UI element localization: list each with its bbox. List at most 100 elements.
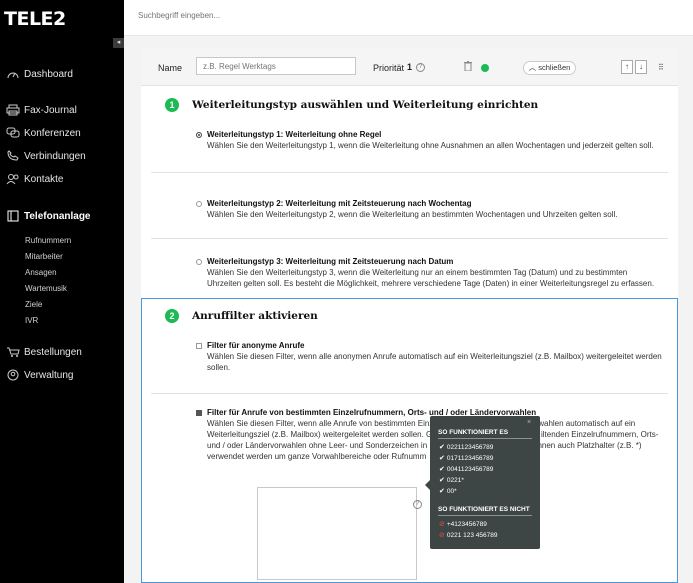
checkmark-icon: ✔ bbox=[439, 466, 445, 473]
sidebar-item-verwaltung[interactable]: Verwaltung bbox=[6, 369, 73, 381]
checkmark-icon: ✔ bbox=[439, 488, 445, 495]
collapse-rule-button[interactable]: ︿ schließen bbox=[523, 61, 576, 75]
prohibited-icon: ⊘ bbox=[439, 521, 445, 528]
sidebar-collapse-button[interactable]: ◂ bbox=[113, 38, 124, 48]
type2-title: Weiterleitungstyp 2: Weiterleitung mit Z… bbox=[207, 199, 472, 208]
contacts-icon bbox=[6, 174, 19, 185]
number-filter-line1-start: Wählen Sie diesen Filter, wenn alle Anru… bbox=[207, 419, 434, 428]
sidebar-item-label: Konferenzen bbox=[24, 127, 81, 139]
section-2-number: 2 bbox=[165, 309, 179, 323]
tooltip-works-item: ✔ 0041123456789 bbox=[439, 465, 494, 474]
section-2-title: Anruffilter aktivieren bbox=[192, 310, 318, 322]
anonymous-filter-description-line1: Wählen Sie diesen Filter, wenn alle anon… bbox=[207, 352, 662, 361]
sidebar-item-label: Telefonanlage bbox=[24, 210, 91, 222]
number-filter-line3-start: und / oder Ländervorwahlen ohne Leer- un… bbox=[207, 441, 428, 450]
tooltip-works-value: 00* bbox=[446, 487, 457, 495]
tooltip-divider bbox=[438, 438, 532, 439]
checkmark-icon: ✔ bbox=[439, 444, 445, 451]
type3-description-line1: Wählen Sie den Weiterleitungstyp 3, wenn… bbox=[207, 268, 628, 277]
anonymous-filter-description-line2: sollen. bbox=[207, 363, 231, 372]
divider bbox=[151, 238, 668, 239]
priority-help-icon[interactable]: ? bbox=[416, 63, 425, 72]
type3-description-line2: Uhrzeiten gelten soll. Es besteht die Mö… bbox=[207, 279, 655, 288]
arrow-up-icon: ↑ bbox=[625, 62, 629, 71]
sidebar-item-label: Verbindungen bbox=[24, 150, 86, 162]
number-filter-checkbox[interactable] bbox=[196, 410, 202, 416]
sidebar: TELE2 ◂ Dashboard Fax-Journal Konferenze… bbox=[0, 0, 124, 583]
sidebar-subitem-mitarbeiter[interactable]: Mitarbeiter bbox=[25, 252, 63, 261]
move-up-button[interactable]: ↑ bbox=[621, 60, 633, 74]
tooltip-works-item: ✔ 0171123456789 bbox=[439, 454, 494, 463]
tooltip-works-value: 0221123456789 bbox=[446, 443, 494, 451]
type3-radio[interactable] bbox=[196, 259, 202, 265]
sidebar-subitem-ziele[interactable]: Ziele bbox=[25, 300, 42, 309]
anonymous-filter-title: Filter für anonyme Anrufe bbox=[207, 341, 305, 350]
move-down-button[interactable]: ↓ bbox=[635, 60, 647, 74]
type2-description: Wählen Sie den Weiterleitungstyp 2, wenn… bbox=[207, 210, 618, 219]
sidebar-item-telefonanlage[interactable]: Telefonanlage bbox=[6, 210, 91, 222]
section-1-number: 1 bbox=[165, 98, 179, 112]
anonymous-filter-option: Filter für anonyme Anrufe Wählen Sie die… bbox=[207, 340, 672, 373]
sidebar-item-verbindungen[interactable]: Verbindungen bbox=[6, 150, 86, 162]
printer-icon bbox=[6, 104, 20, 116]
tooltip-fails-item: ⊘ 0221 123 456789 bbox=[439, 531, 498, 540]
type1-title: Weiterleitungstyp 1: Weiterleitung ohne … bbox=[207, 130, 382, 139]
type2-radio[interactable] bbox=[196, 201, 202, 207]
main-content: Name Priorität 1 ? ︿ schließen ↑ ↓ ⠿ 1 W… bbox=[124, 36, 693, 583]
tooltip-fails-item: ⊘ +4123456789 bbox=[439, 520, 487, 529]
tooltip-works-item: ✔ 0221123456789 bbox=[439, 443, 494, 452]
sidebar-subitem-ansagen[interactable]: Ansagen bbox=[25, 268, 57, 277]
type1-radio[interactable] bbox=[196, 132, 202, 138]
tooltip-works-value: 0041123456789 bbox=[446, 465, 494, 473]
type2-option: Weiterleitungstyp 2: Weiterleitung mit Z… bbox=[207, 198, 672, 220]
number-filter-line3-end: können auch Platzhalter (z.B. *) bbox=[529, 441, 642, 450]
sidebar-item-label: Fax-Journal bbox=[24, 104, 77, 116]
checkmark-icon: ✔ bbox=[439, 455, 445, 462]
trash-icon[interactable] bbox=[464, 61, 472, 71]
gauge-icon bbox=[7, 72, 19, 79]
top-bar bbox=[124, 0, 693, 36]
tooltip-fails-value: 0221 123 456789 bbox=[446, 531, 498, 539]
numbers-help-tooltip: × SO FUNKTIONIERT ES ✔ 0221123456789 ✔ 017… bbox=[425, 416, 540, 549]
tooltip-works-item: ✔ 0221* bbox=[439, 476, 464, 485]
search-input[interactable] bbox=[138, 11, 438, 20]
numbers-help-icon[interactable]: ? bbox=[413, 500, 422, 509]
sidebar-item-label: Verwaltung bbox=[24, 369, 74, 381]
anonymous-filter-checkbox[interactable] bbox=[196, 343, 202, 349]
type1-description: Wählen Sie den Weiterleitungstyp 1, wenn… bbox=[207, 141, 654, 150]
pbx-icon bbox=[7, 210, 19, 222]
rule-panel: Name Priorität 1 ? ︿ schließen ↑ ↓ ⠿ 1 W… bbox=[141, 48, 678, 583]
divider bbox=[151, 393, 668, 394]
phone-icon bbox=[7, 150, 19, 161]
sidebar-item-fax-journal[interactable]: Fax-Journal bbox=[6, 104, 77, 116]
rule-header: Name Priorität 1 ? ︿ schließen ↑ ↓ ⠿ bbox=[141, 48, 678, 86]
sidebar-item-dashboard[interactable]: Dashboard bbox=[6, 68, 73, 80]
sidebar-subitem-ivr[interactable]: IVR bbox=[25, 316, 38, 325]
tooltip-works-value: 0221* bbox=[446, 476, 464, 484]
checkmark-icon: ✔ bbox=[439, 477, 445, 484]
sidebar-item-konferenzen[interactable]: Konferenzen bbox=[6, 127, 81, 139]
sidebar-item-bestellungen[interactable]: Bestellungen bbox=[6, 346, 82, 358]
number-filter-line2-end: iltenden Einzelrufnummern, Orts- bbox=[541, 430, 659, 439]
numbers-textarea[interactable] bbox=[257, 487, 417, 580]
tooltip-arrow bbox=[425, 480, 430, 490]
priority-value: 1 bbox=[407, 62, 413, 72]
tooltip-close-icon[interactable]: × bbox=[527, 419, 531, 426]
sidebar-subitem-wartemusik[interactable]: Wartemusik bbox=[25, 284, 67, 293]
priority-label: Priorität bbox=[373, 63, 405, 73]
cart-icon bbox=[7, 347, 20, 357]
sidebar-subitem-rufnummern[interactable]: Rufnummern bbox=[25, 236, 71, 245]
sidebar-item-label: Dashboard bbox=[24, 68, 73, 80]
sidebar-item-kontakte[interactable]: Kontakte bbox=[6, 173, 63, 185]
close-label: schließen bbox=[538, 63, 571, 72]
drag-handle-icon[interactable]: ⠿ bbox=[658, 63, 664, 72]
prohibited-icon: ⊘ bbox=[439, 532, 445, 539]
tooltip-works-value: 0171123456789 bbox=[446, 454, 494, 462]
number-filter-line2-start: Weiterleitungsziel (z.B. Mailbox) weiter… bbox=[207, 430, 433, 439]
tele2-logo[interactable]: TELE2 bbox=[4, 8, 66, 30]
type1-option: Weiterleitungstyp 1: Weiterleitung ohne … bbox=[207, 129, 672, 151]
tooltip-fails-value: +4123456789 bbox=[446, 520, 487, 528]
rule-name-input[interactable] bbox=[196, 57, 356, 75]
section-1-title: Weiterleitungstyp auswählen und Weiterle… bbox=[192, 99, 539, 111]
tooltip-works-title: SO FUNKTIONIERT ES bbox=[438, 429, 509, 436]
